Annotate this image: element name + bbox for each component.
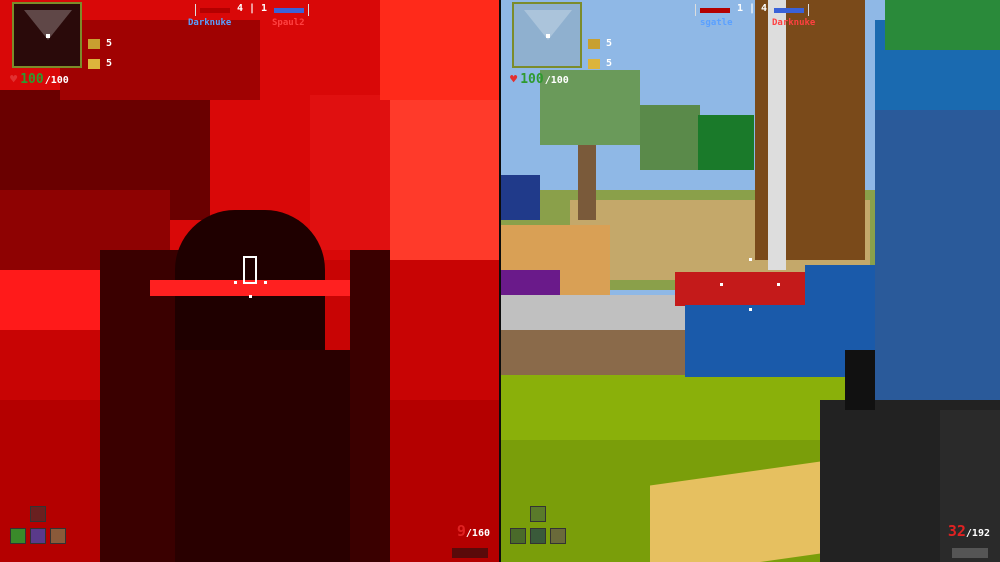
split-screen: 5 5 ♥ 100 /100 4 | 1 Darknuke Spaul2 9/1… xyxy=(0,0,1000,562)
rifle-icon xyxy=(452,548,488,558)
team-scorebar: 4 | 1 xyxy=(195,3,309,16)
scene-block xyxy=(500,175,540,220)
minimap xyxy=(512,2,582,68)
scene-block xyxy=(310,95,390,250)
scene-block xyxy=(805,265,885,305)
scene-block xyxy=(175,350,350,562)
minimap xyxy=(12,2,82,68)
health-value: 100 xyxy=(520,72,544,87)
red-player-name: Spaul2 xyxy=(272,18,305,28)
scene-block xyxy=(100,250,180,562)
right-player-view: 5 5 ♥ 100 /100 1 | 4 sgatle Darknuke 32/… xyxy=(500,0,1000,562)
scene-block xyxy=(380,0,500,100)
blue-player-name: sgatle xyxy=(700,18,733,28)
heart-icon: ♥ xyxy=(10,72,18,86)
scene-block xyxy=(698,115,754,170)
bomb-count-value: 5 xyxy=(606,38,613,49)
grenade-count: 5 xyxy=(88,58,112,69)
heart-icon: ♥ xyxy=(510,72,518,86)
grenade-icon xyxy=(88,58,100,69)
left-player-view: 5 5 ♥ 100 /100 4 | 1 Darknuke Spaul2 9/1… xyxy=(0,0,500,562)
crosshair xyxy=(243,256,257,284)
ammo-reserve: /160 xyxy=(465,528,490,539)
crosshair-dot xyxy=(720,283,723,286)
health-value: 100 xyxy=(20,72,44,87)
ammo-display: 9/160 xyxy=(457,522,490,540)
slot-right xyxy=(550,528,566,544)
health-max: /100 xyxy=(44,75,69,86)
scene-block xyxy=(350,250,390,562)
scene-block xyxy=(768,0,786,270)
crosshair-dot xyxy=(249,295,252,298)
team-scorebar: 1 | 4 xyxy=(695,3,809,16)
player-rifle xyxy=(845,350,875,410)
rifle-icon xyxy=(952,548,988,558)
slot-top xyxy=(530,506,546,522)
health-display: ♥ 100 /100 xyxy=(10,72,69,87)
scene-block xyxy=(885,0,1000,50)
split-divider xyxy=(499,0,501,562)
inventory-slots xyxy=(10,506,70,552)
ammo-clip: 9 xyxy=(456,522,466,540)
scene-block xyxy=(0,270,110,330)
crosshair-dot xyxy=(749,258,752,261)
ammo-reserve: /192 xyxy=(965,528,990,539)
crosshair-dot xyxy=(777,283,780,286)
slot-right xyxy=(50,528,66,544)
bomb-count: 5 xyxy=(588,38,612,49)
slot-center xyxy=(530,528,546,544)
slot-left xyxy=(510,528,526,544)
inventory-slots xyxy=(510,506,570,552)
health-display: ♥ 100 /100 xyxy=(510,72,569,87)
grenade-count-value: 5 xyxy=(606,58,613,69)
scene-block xyxy=(875,60,1000,400)
crosshair-dot xyxy=(749,308,752,311)
bomb-count-value: 5 xyxy=(106,38,113,49)
player-marker-icon xyxy=(546,34,550,38)
scene-block xyxy=(675,272,805,306)
slot-top xyxy=(30,506,46,522)
grenade-count: 5 xyxy=(588,58,612,69)
scene-block xyxy=(578,145,596,220)
bomb-count: 5 xyxy=(88,38,112,49)
bomb-icon xyxy=(588,38,600,49)
scene-block xyxy=(640,105,700,170)
bomb-icon xyxy=(88,38,100,49)
slot-center xyxy=(30,528,46,544)
ammo-clip: 32 xyxy=(947,522,966,540)
blue-player-name: Darknuke xyxy=(188,18,232,28)
team-score: 1 | 4 xyxy=(736,3,768,14)
grenade-icon xyxy=(588,58,600,69)
slot-left xyxy=(10,528,26,544)
crosshair-dot xyxy=(264,281,267,284)
health-max: /100 xyxy=(544,75,569,86)
crosshair-dot xyxy=(234,281,237,284)
red-player-name: Darknuke xyxy=(772,18,816,28)
ammo-display: 32/192 xyxy=(948,522,990,540)
scene-block xyxy=(390,100,500,260)
grenade-count-value: 5 xyxy=(106,58,113,69)
player-marker-icon xyxy=(46,34,50,38)
team-score: 4 | 1 xyxy=(236,3,268,14)
